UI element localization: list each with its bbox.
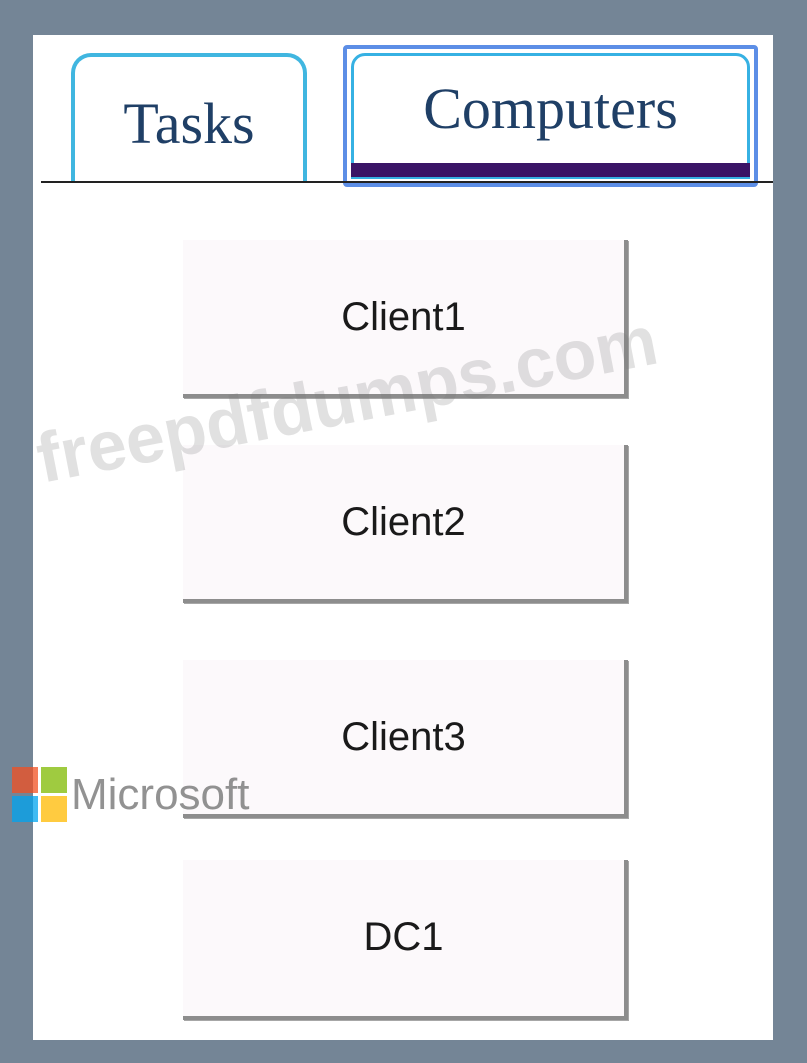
tab-tasks[interactable]: Tasks [71, 53, 307, 183]
client3-label: Client3 [341, 715, 466, 759]
dc1-button[interactable]: DC1 [183, 860, 628, 1020]
client3-button[interactable]: Client3 [183, 660, 628, 818]
tab-computers-label: Computers [423, 76, 678, 141]
client1-button[interactable]: Client1 [183, 240, 628, 398]
tab-tasks-label: Tasks [123, 91, 255, 156]
selected-tab-indicator [351, 163, 750, 177]
tab-divider [41, 181, 773, 183]
client2-label: Client2 [341, 500, 466, 544]
dc1-label: DC1 [363, 915, 444, 959]
tab-computers-frame: Computers [351, 53, 750, 179]
client1-label: Client1 [341, 295, 466, 339]
computers-panel: Tasks Computers Client1 Client2 Client3 … [33, 35, 773, 1040]
client2-button[interactable]: Client2 [183, 445, 628, 603]
tab-computers[interactable]: Computers [343, 45, 758, 187]
